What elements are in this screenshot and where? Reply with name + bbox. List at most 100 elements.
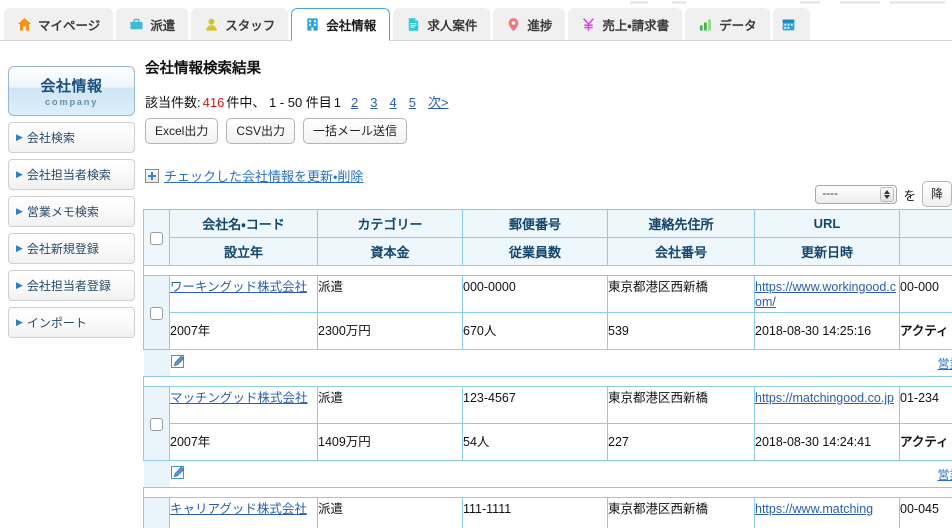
triangle-right-icon: ▶ xyxy=(16,280,23,290)
sort-descending-button[interactable]: 降 xyxy=(921,181,952,207)
tab-data[interactable]: データ xyxy=(685,8,770,40)
header-category[interactable]: カテゴリー xyxy=(317,209,463,238)
header-company-name[interactable]: 会社名・コード xyxy=(169,209,318,238)
cell-address: 東京都港区西新橋 xyxy=(607,497,755,528)
row-checkbox[interactable] xyxy=(150,418,163,432)
triangle-right-icon: ▶ xyxy=(16,206,23,216)
cell-address: 東京都港区西新橋 xyxy=(607,386,755,424)
row-actions-spacer xyxy=(143,460,170,488)
table-row: マッチングッド株式会社 派遣 123-4567 東京都港区西新橋 https:/… xyxy=(143,386,952,461)
cell-status: アクティ xyxy=(899,312,952,350)
tab-label: 会社情報 xyxy=(326,19,377,33)
csv-export-button[interactable]: CSV出力 xyxy=(226,118,296,144)
pagination-page-5[interactable]: 5 xyxy=(403,95,422,110)
tab-company-info[interactable]: 会社情報 xyxy=(291,8,391,41)
sidebar-header-company[interactable]: 会社情報 company xyxy=(8,66,135,116)
tab-calendar[interactable] xyxy=(772,8,810,40)
cell-company-number: 227 xyxy=(607,423,755,461)
row-checkbox[interactable] xyxy=(150,307,163,321)
excel-export-button[interactable]: Excel出力 xyxy=(145,118,219,144)
select-all-cell xyxy=(143,209,170,266)
cell-capital: 2300万円 xyxy=(317,312,463,350)
sidebar-item-sales-memo-search[interactable]: ▶ 営業メモ検索 xyxy=(8,196,135,227)
header-address[interactable]: 連絡先住所 xyxy=(607,209,755,238)
sort-particle: を xyxy=(903,188,916,203)
header-status[interactable]: ス xyxy=(899,237,952,266)
sidebar-item-register-contact[interactable]: ▶ 会社担当者登録 xyxy=(8,270,135,301)
bar-chart-icon xyxy=(698,17,713,32)
pagination-page-4[interactable]: 4 xyxy=(384,95,403,110)
company-url-link[interactable]: https://www.workingood.com/ xyxy=(756,280,897,309)
update-delete-link[interactable]: チェックした会社情報を更新・削除 xyxy=(164,166,363,185)
home-icon xyxy=(17,17,32,32)
table-row: ワーキングッド株式会社 派遣 000-0000 東京都港区西新橋 https:/… xyxy=(143,275,952,350)
cell-address: 東京都港区西新橋 xyxy=(607,275,755,313)
cell-status: アクティ xyxy=(899,423,952,461)
sidebar-item-new-company[interactable]: ▶ 会社新規登録 xyxy=(8,233,135,264)
results-table-wrap: 会社名・コード カテゴリー 郵便番号 連絡先住所 URL 代 設立年 資本金 従… xyxy=(143,209,952,528)
tab-haken[interactable]: 派遣 xyxy=(116,8,189,40)
company-url-link[interactable]: https://www.matching xyxy=(756,502,874,516)
bulk-mail-button[interactable]: 一括メール送信 xyxy=(303,118,408,144)
triangle-right-icon: ▶ xyxy=(16,169,23,179)
plus-icon[interactable] xyxy=(145,168,159,183)
header-url[interactable]: URL xyxy=(754,209,900,238)
tab-job-openings[interactable]: 求人案件 xyxy=(393,8,491,40)
sidebar-item-contact-search[interactable]: ▶ 会社担当者検索 xyxy=(8,159,135,190)
sales-memo-cell: 営業メ xyxy=(754,349,952,377)
company-name-link[interactable]: ワーキングッド株式会社 xyxy=(171,280,308,294)
tab-sales-invoice[interactable]: 売上・請求書 xyxy=(568,8,683,40)
cell-category: 派遣 xyxy=(317,275,463,313)
triangle-right-icon: ▶ xyxy=(16,317,23,327)
header-postal-code[interactable]: 郵便番号 xyxy=(462,209,608,238)
pagination-page-2[interactable]: 2 xyxy=(345,95,364,110)
edit-cell xyxy=(169,460,755,488)
table-row: キャリアグッド株式会社 派遣 111-1111 東京都港区西新橋 https:/… xyxy=(143,497,952,528)
table-row-secondary: 2007年 1409万円 54人 227 2018-08-30 14:24:41… xyxy=(144,423,952,461)
triangle-right-icon: ▶ xyxy=(16,243,23,253)
tab-label: マイページ xyxy=(38,18,101,33)
company-name-link[interactable]: キャリアグッド株式会社 xyxy=(171,502,307,516)
header-capital[interactable]: 資本金 xyxy=(317,237,463,266)
sidebar: 会社情報 company ▶ 会社検索 ▶ 会社担当者検索 ▶ 営業メモ検索 ▶… xyxy=(8,66,135,338)
calendar-icon xyxy=(781,17,796,32)
header-company-number[interactable]: 会社番号 xyxy=(607,237,755,266)
cell-url: https://www.workingood.com/ xyxy=(754,275,900,313)
yen-icon xyxy=(581,17,596,32)
company-name-link[interactable]: マッチングッド株式会社 xyxy=(171,391,308,405)
cell-employees: 670人 xyxy=(462,312,608,350)
cell-company-name: キャリアグッド株式会社 xyxy=(169,497,318,528)
select-all-checkbox[interactable] xyxy=(150,232,163,246)
row-select-cell xyxy=(143,497,170,528)
sales-memo-link[interactable]: 営業メ xyxy=(937,357,952,371)
edit-pencil-icon[interactable] xyxy=(170,465,186,481)
header-representative[interactable]: 代 xyxy=(899,209,952,238)
tab-progress[interactable]: 進捗 xyxy=(493,8,566,40)
table-header-row-1: 会社名・コード カテゴリー 郵便番号 連絡先住所 URL 代 xyxy=(143,209,952,266)
sidebar-item-company-search[interactable]: ▶ 会社検索 xyxy=(8,122,135,153)
table-row-secondary: 2007年 2300万円 670人 539 2018-08-30 14:25:1… xyxy=(144,312,952,350)
cell-phone: 00-045 xyxy=(899,497,952,528)
header-employees[interactable]: 従業員数 xyxy=(462,237,608,266)
row-select-cell xyxy=(143,386,170,461)
pagination-next[interactable]: 次> xyxy=(422,92,455,111)
tab-label: データ xyxy=(719,18,757,33)
cell-url: https://matchingood.co.jp xyxy=(754,386,900,424)
tab-mypage[interactable]: マイページ xyxy=(4,8,114,40)
header-updated-at[interactable]: 更新日時 xyxy=(754,237,900,266)
triangle-right-icon: ▶ xyxy=(16,132,23,142)
edit-pencil-icon[interactable] xyxy=(170,354,186,370)
sort-field-select[interactable]: ---- xyxy=(815,184,898,204)
edit-cell xyxy=(169,349,755,377)
company-url-link[interactable]: https://matchingood.co.jp xyxy=(756,391,894,405)
cell-updated-at: 2018-08-30 14:25:16 xyxy=(754,312,900,350)
sidebar-item-import[interactable]: ▶ インポート xyxy=(8,307,135,338)
result-range: 件中、 1 - 50 件目 xyxy=(226,95,332,110)
pagination-page-3[interactable]: 3 xyxy=(364,95,383,110)
sales-memo-link[interactable]: 営業メ xyxy=(937,468,952,482)
header-founded-year[interactable]: 設立年 xyxy=(169,237,318,266)
person-icon xyxy=(204,17,219,32)
tab-staff[interactable]: スタッフ xyxy=(191,8,289,40)
cell-founded-year: 2007年 xyxy=(169,312,318,350)
cell-category: 派遣 xyxy=(317,386,463,424)
